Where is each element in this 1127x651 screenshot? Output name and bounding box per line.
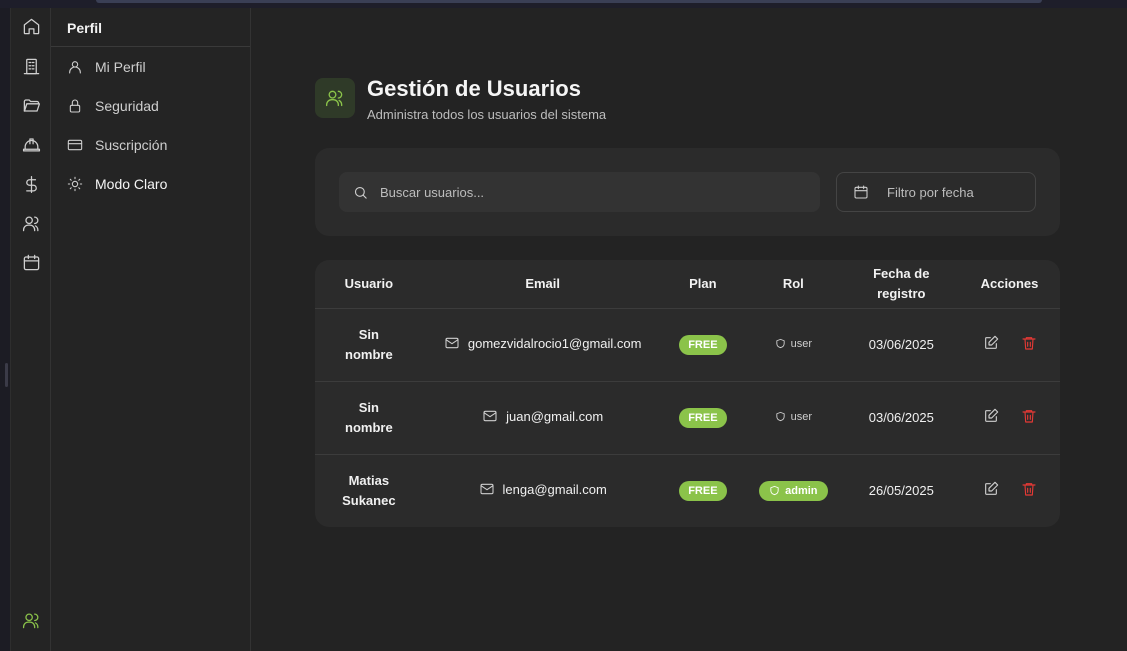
plan-cell: FREE bbox=[663, 454, 743, 527]
user-email: juan@gmail.com bbox=[506, 408, 604, 424]
mail-icon bbox=[445, 337, 459, 349]
search-icon bbox=[354, 186, 367, 199]
users-icon bbox=[315, 78, 355, 118]
table-row: Matias Sukanec lenga@gmail.com FREE admi… bbox=[315, 454, 1060, 527]
role-label: admin bbox=[785, 484, 818, 497]
plan-badge: FREE bbox=[679, 407, 727, 428]
actions-cell bbox=[959, 381, 1060, 455]
users-table-card: Usuario Email Plan Rol Fecha de registro… bbox=[315, 260, 1060, 527]
shield-icon bbox=[775, 338, 785, 349]
page-subtitle: Administra todos los usuarios del sistem… bbox=[367, 107, 607, 122]
edit-icon[interactable] bbox=[983, 408, 999, 427]
email-cell: gomezvidalrocio1@gmail.com bbox=[422, 308, 663, 382]
calendar-icon bbox=[854, 185, 868, 199]
calendar-icon[interactable] bbox=[21, 252, 41, 272]
nav-rail bbox=[10, 8, 51, 651]
panel-item-seguridad[interactable]: Seguridad bbox=[67, 95, 159, 117]
table-header-row: Usuario Email Plan Rol Fecha de registro… bbox=[315, 260, 1060, 309]
shield-icon bbox=[770, 486, 779, 496]
edit-icon[interactable] bbox=[983, 335, 999, 354]
profile-panel: Perfil Mi Perfil Seguridad Suscripción M… bbox=[51, 8, 251, 651]
panel-item-label: Mi Perfil bbox=[95, 59, 146, 75]
table-row: Sin nombre juan@gmail.com FREE user 03/0… bbox=[315, 381, 1060, 455]
left-gutter bbox=[0, 8, 10, 651]
registration-date: 03/06/2025 bbox=[843, 381, 960, 455]
plan-cell: FREE bbox=[662, 308, 744, 382]
dollar-icon[interactable] bbox=[21, 174, 41, 194]
home-icon[interactable] bbox=[21, 16, 41, 36]
role-cell: admin bbox=[743, 454, 843, 527]
registration-date: 26/05/2025 bbox=[868, 483, 934, 499]
role-cell: user bbox=[743, 381, 844, 455]
panel-item-mi-perfil[interactable]: Mi Perfil bbox=[67, 56, 146, 78]
trash-icon[interactable] bbox=[1021, 408, 1037, 427]
column-header: Plan bbox=[662, 260, 744, 309]
role-badge: user bbox=[775, 411, 812, 423]
shield-icon bbox=[775, 411, 785, 422]
role-cell: user bbox=[743, 308, 844, 382]
building-icon[interactable] bbox=[21, 56, 41, 76]
window-top-strip bbox=[0, 0, 1127, 8]
role-badge: user bbox=[775, 338, 812, 350]
panel-item-modo-claro[interactable]: Modo Claro bbox=[67, 173, 167, 195]
filter-card: Filtro por fecha bbox=[315, 148, 1060, 236]
search-input[interactable] bbox=[380, 184, 780, 200]
window-tab-bar bbox=[96, 0, 1042, 3]
table-row: Sin nombre gomezvidalrocio1@gmail.com FR… bbox=[315, 308, 1060, 382]
email-cell: juan@gmail.com bbox=[422, 381, 663, 455]
plan-cell: FREE bbox=[662, 381, 744, 455]
trash-icon[interactable] bbox=[1021, 481, 1037, 500]
user-name: Sin nombre bbox=[315, 308, 423, 382]
panel-title: Perfil bbox=[51, 8, 250, 47]
users-icon[interactable] bbox=[21, 213, 41, 233]
role-label: user bbox=[790, 337, 813, 350]
main-content: Gestión de Usuarios Administra todos los… bbox=[251, 8, 1127, 651]
role-badge: admin bbox=[759, 480, 828, 501]
column-header: Rol bbox=[743, 260, 844, 309]
users-table: Usuario Email Plan Rol Fecha de registro… bbox=[315, 260, 1060, 527]
user-icon bbox=[69, 61, 81, 74]
role-label: user bbox=[790, 410, 813, 423]
column-header: Acciones bbox=[959, 260, 1060, 309]
date-filter-label: Filtro por fecha bbox=[887, 184, 974, 200]
user-name: Matias Sukanec bbox=[342, 472, 396, 508]
users-icon[interactable] bbox=[21, 610, 41, 630]
actions-cell bbox=[959, 308, 1060, 382]
user-name: Sin nombre bbox=[315, 381, 423, 455]
hard-hat-icon[interactable] bbox=[21, 134, 41, 154]
trash-icon[interactable] bbox=[1021, 335, 1037, 354]
folder-icon[interactable] bbox=[21, 95, 41, 115]
resize-handle[interactable] bbox=[5, 363, 8, 387]
panel-item-label: Seguridad bbox=[95, 98, 159, 114]
panel-item-suscripcion[interactable]: Suscripción bbox=[67, 134, 167, 156]
registration-date: 03/06/2025 bbox=[843, 308, 960, 382]
mail-icon bbox=[483, 410, 497, 422]
actions-cell bbox=[959, 454, 1060, 527]
user-email: lenga@gmail.com bbox=[502, 481, 607, 497]
email-cell: lenga@gmail.com bbox=[423, 454, 663, 527]
credit-card-icon bbox=[67, 139, 83, 151]
column-header: Fecha de registro bbox=[843, 260, 960, 309]
mail-icon bbox=[479, 484, 494, 495]
page-title: Gestión de Usuarios bbox=[367, 76, 581, 101]
column-header: Usuario bbox=[315, 260, 423, 309]
search-box[interactable] bbox=[339, 172, 820, 212]
column-header: Email bbox=[422, 260, 663, 309]
lock-icon bbox=[69, 99, 81, 113]
edit-icon[interactable] bbox=[983, 481, 999, 500]
panel-item-label: Suscripción bbox=[95, 137, 168, 153]
plan-badge: FREE bbox=[679, 480, 727, 501]
panel-item-label: Modo Claro bbox=[95, 176, 168, 192]
plan-badge: FREE bbox=[679, 334, 727, 355]
sun-icon bbox=[67, 176, 83, 192]
date-filter-button[interactable]: Filtro por fecha bbox=[836, 172, 1036, 212]
user-email: gomezvidalrocio1@gmail.com bbox=[467, 335, 642, 351]
